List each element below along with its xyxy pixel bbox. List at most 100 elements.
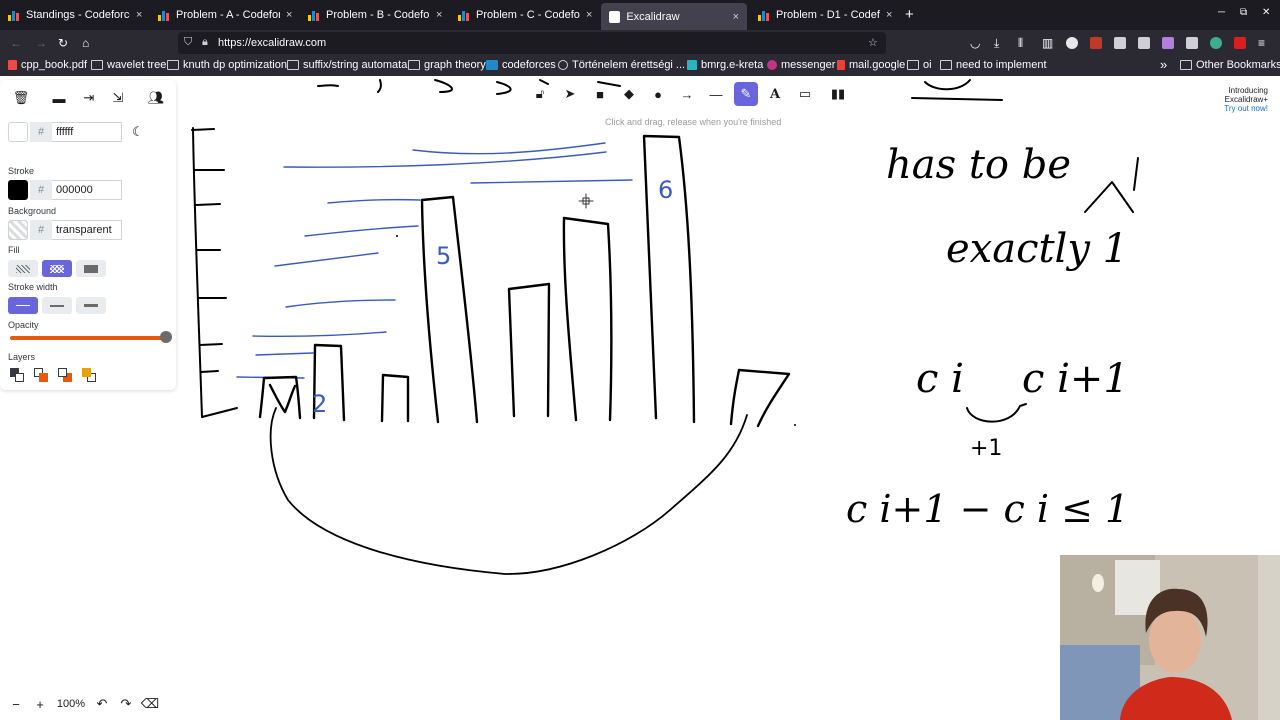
tab-standings[interactable]: Standings - Codeforces R × [0,0,150,30]
line-tool-icon[interactable]: — [704,82,728,106]
bring-forward-icon[interactable] [58,368,74,384]
zoom-in-button[interactable]: + [30,694,50,714]
reload-icon[interactable]: ↻ [58,36,68,50]
bookmark-wavelet-tree[interactable]: wavelet tree [91,59,166,71]
new-tab-button[interactable]: + [905,6,914,23]
bookmark-mail[interactable]: mail.google [837,59,905,71]
bookmark-oi[interactable]: oi [907,59,932,71]
promo-banner[interactable]: Introducing Excalidraw+ Try out now! [1186,86,1268,113]
trash-icon[interactable]: 🗑︎ [10,87,32,109]
lock-icon[interactable]: 🔒︎ [202,36,208,49]
close-icon[interactable]: × [136,9,142,21]
extension-icon[interactable] [1114,37,1126,49]
rectangle-tool-icon[interactable]: ■ [588,82,612,106]
bookmark-suffix[interactable]: suffix/string automata [287,59,407,71]
extension-icon[interactable] [1090,37,1102,49]
close-icon[interactable]: × [436,9,442,21]
bring-to-front-icon[interactable] [82,368,98,384]
redo-icon[interactable]: ↷ [116,694,136,714]
home-icon[interactable]: ⌂ [82,36,89,50]
arrow-tool-icon[interactable]: → [675,82,699,106]
selection-tool-icon[interactable]: ➤ [558,82,582,106]
url-text[interactable]: https://excalidraw.com [218,37,326,49]
image-tool-icon[interactable]: ▭ [793,82,817,106]
extension-icon[interactable] [1066,37,1078,49]
bookmark-tortenelem[interactable]: Történelem érettségi ... [558,59,685,71]
bookmark-need-to-implement[interactable]: need to implement [940,59,1047,71]
fill-hachure-button[interactable] [8,260,38,277]
stroke-color-input[interactable]: 000000 [52,180,122,200]
send-to-back-icon[interactable] [10,368,26,384]
stroke-thin-button[interactable] [8,297,38,314]
menu-icon[interactable]: ≡ [1258,36,1265,50]
forward-icon[interactable]: → [35,36,47,50]
export-icon[interactable]: ⇥ [78,87,100,109]
pocket-icon[interactable]: ◡ [970,36,980,50]
fill-crosshatch-button[interactable] [42,260,72,277]
bookmarks-overflow-button[interactable]: » [1160,57,1167,72]
tab-problem-b[interactable]: Problem - B - Codeforces × [300,0,450,30]
undo-icon[interactable]: ↶ [92,694,112,714]
canvas-color-input[interactable]: ffffff [52,122,122,142]
shield-icon[interactable]: ⛉ [184,36,192,49]
canvas-color-swatch[interactable] [8,122,28,142]
tab-problem-c[interactable]: Problem - C - Codeforces × [450,0,600,30]
bookmark-knuth[interactable]: knuth dp optimization [167,59,287,71]
stroke-bold-button[interactable] [42,297,72,314]
background-color-swatch[interactable] [8,220,28,240]
restore-icon[interactable]: ⧉ [1240,7,1247,18]
minimize-icon[interactable]: ─ [1218,7,1225,18]
ellipse-tool-icon[interactable]: ● [646,82,670,106]
extension-icon[interactable] [1234,37,1246,49]
bookmark-graph-theory[interactable]: graph theory [408,59,486,71]
pencil-tool-icon[interactable]: ✎ [734,82,758,106]
address-bar[interactable]: ⛉ 🔒︎ https://excalidraw.com ☆ [178,32,886,54]
extension-icon[interactable] [1186,37,1198,49]
back-icon[interactable]: ← [10,36,22,50]
other-bookmarks[interactable]: Other Bookmarks [1180,59,1280,71]
export-image-icon[interactable]: ⇲ [107,87,129,109]
library-icon[interactable]: ⫴ [1018,36,1023,51]
bookmark-kreta[interactable]: bmrg.e-kreta [687,59,763,71]
zoom-level[interactable]: 100% [54,698,88,710]
zoom-out-button[interactable]: − [6,694,26,714]
library-tool-icon[interactable]: ▮▮ [826,82,850,106]
bookmark-label: oi [923,59,932,71]
fill-solid-button[interactable] [76,260,106,277]
extension-icon[interactable] [1162,37,1174,49]
moon-icon[interactable]: ☾ [132,124,144,140]
close-icon[interactable]: × [886,9,892,21]
sidebar-icon[interactable]: ▥ [1042,36,1053,50]
extension-icon[interactable] [1138,37,1150,49]
bookmark-cpp-book[interactable]: cpp_book.pdf [8,59,87,71]
opacity-slider[interactable] [10,336,166,340]
collaborate-icon[interactable]: 👥︎ [145,87,167,109]
diamond-tool-icon[interactable]: ◆ [617,82,641,106]
bookmark-messenger[interactable]: messenger [767,59,835,71]
tab-excalidraw[interactable]: Excalidraw × [601,3,747,30]
stroke-color-swatch[interactable] [8,180,28,200]
send-backward-icon[interactable] [34,368,50,384]
dot-mark [396,235,398,237]
eraser-icon[interactable]: ⌫ [140,694,160,714]
bookmark-star-icon[interactable]: ☆ [868,36,878,49]
y-axis [191,127,238,418]
stroke-extra-bold-button[interactable] [76,297,106,314]
window-close-icon[interactable]: ✕ [1262,7,1270,18]
close-icon[interactable]: × [286,9,292,21]
bookmark-label: codeforces [502,59,556,71]
text-tool-icon[interactable]: A [763,82,787,106]
tab-problem-a[interactable]: Problem - A - Codeforces × [150,0,300,30]
bookmark-codeforces[interactable]: codeforces [486,59,556,71]
open-folder-icon[interactable]: ▬ [48,87,70,109]
background-color-input[interactable]: transparent [52,220,122,240]
dot-mark [794,424,796,426]
promo-link[interactable]: Try out now! [1186,104,1268,113]
close-icon[interactable]: × [733,11,739,23]
close-icon[interactable]: × [586,9,592,21]
extension-icon[interactable] [1210,37,1222,49]
downloads-icon[interactable]: ⤓ [994,36,999,51]
lock-icon[interactable]: 🔓︎ [528,82,552,106]
opacity-slider-handle[interactable] [160,331,172,343]
tab-problem-d1[interactable]: Problem - D1 - Codeforce × [750,0,900,30]
